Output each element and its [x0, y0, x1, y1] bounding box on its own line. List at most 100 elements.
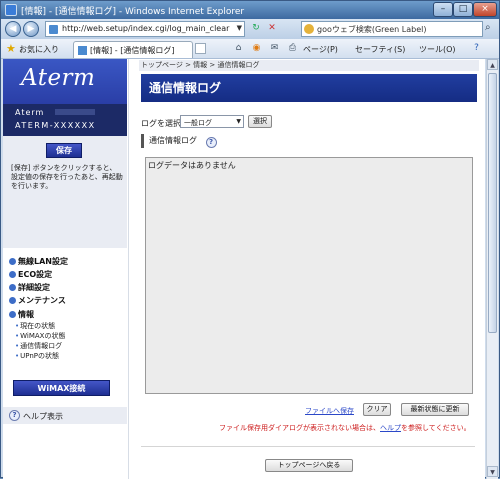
nav-wireless-lan[interactable]: 無線LAN設定	[9, 256, 68, 267]
title-bar: [情報] - [通信情報ログ] - Windows Internet Explo…	[1, 1, 499, 19]
sub-bullet-icon: •	[15, 352, 20, 360]
minimize-button[interactable]: –	[433, 2, 453, 17]
scroll-up-icon[interactable]: ▲	[487, 59, 498, 70]
scroll-down-icon[interactable]: ▼	[487, 466, 498, 477]
refresh-icon[interactable]: ↻	[249, 22, 263, 36]
log-textarea[interactable]: ログデータはありません	[145, 157, 473, 394]
select-button[interactable]: 選択	[248, 115, 272, 128]
log-text: ログデータはありません	[148, 161, 236, 170]
help-icon[interactable]: ?	[205, 137, 217, 148]
bullet-icon	[9, 284, 16, 291]
main-panel: トップページ > 情報 > 通信情報ログ 通信情報ログ ログを選択 一般ログ ▼…	[139, 59, 485, 479]
nav-maintenance[interactable]: メンテナンス	[9, 295, 66, 306]
select-value: 一般ログ	[184, 119, 212, 127]
subnav-label: WiMAXの状態	[20, 332, 66, 340]
clear-button[interactable]: クリア	[363, 403, 391, 416]
bullet-icon	[9, 311, 16, 318]
search-provider-icon	[304, 24, 314, 34]
sub-bullet-icon: •	[15, 332, 20, 340]
help-link[interactable]: ヘルプ	[380, 424, 401, 432]
search-icon[interactable]: ⌕	[485, 22, 491, 33]
safety-menu[interactable]: セーフティ(S)	[355, 44, 405, 55]
section-title-text: 通信情報ログ	[149, 136, 197, 145]
subnav-current-status[interactable]: •現在の状態	[15, 321, 55, 331]
nav-label: 情報	[18, 310, 34, 319]
address-url: http://web.setup/index.cgi/log_main_clea…	[62, 24, 230, 33]
forward-icon[interactable]: ▶	[23, 21, 39, 37]
brand-logo: Aterm	[3, 59, 127, 104]
tab-label: [情報] - [通信情報ログ]	[90, 46, 175, 55]
bullet-icon	[9, 258, 16, 265]
favorites-button[interactable]: お気に入り	[19, 44, 59, 55]
help-icon[interactable]: ?	[471, 43, 482, 54]
feed-icon[interactable]: ◉	[251, 43, 262, 54]
refresh-button[interactable]: 最新状態に更新	[401, 403, 469, 416]
star-icon: ★	[6, 42, 16, 55]
sidebar: Aterm Aterm ATERM-XXXXXX 保存 [保存] ボタンをクリッ…	[3, 59, 129, 479]
maximize-button[interactable]: □	[453, 2, 473, 17]
scroll-thumb[interactable]	[488, 73, 497, 333]
stop-icon[interactable]: ✕	[265, 22, 279, 36]
bullet-icon	[9, 271, 16, 278]
save-to-file-link[interactable]: ファイルへ保存	[305, 406, 354, 416]
favorites-bar: ★ お気に入り [情報] - [通信情報ログ] ⌂ ◉ ✉ ⎙ ページ(P) セ…	[1, 39, 499, 59]
page-content: Aterm Aterm ATERM-XXXXXX 保存 [保存] ボタンをクリッ…	[3, 59, 485, 479]
home-icon[interactable]: ⌂	[233, 43, 244, 54]
nav-label: ECO設定	[18, 270, 53, 279]
page-title: 通信情報ログ	[141, 74, 477, 102]
help-display[interactable]: ? ヘルプ表示	[3, 407, 127, 424]
tab-page-icon	[78, 46, 87, 55]
help-label: ヘルプ表示	[23, 412, 63, 421]
bullet-icon	[9, 297, 16, 304]
nav-eco[interactable]: ECO設定	[9, 269, 52, 280]
warning-text: ファイル保存用ダイアログが表示されない場合は、ヘルプを参照してください。	[219, 423, 471, 433]
print-icon[interactable]: ⎙	[287, 43, 298, 54]
address-bar[interactable]: http://web.setup/index.cgi/log_main_clea…	[45, 21, 245, 37]
new-tab-icon[interactable]	[195, 43, 206, 54]
model-name: Aterm	[15, 108, 45, 117]
model-id: ATERM-XXXXXX	[15, 121, 96, 130]
log-type-select[interactable]: 一般ログ ▼	[180, 115, 244, 128]
address-row: ◀ ▶ http://web.setup/index.cgi/log_main_…	[1, 19, 499, 39]
wimax-connect-button[interactable]: WiMAX接続	[13, 380, 110, 396]
back-icon[interactable]: ◀	[5, 21, 21, 37]
browser-window: [情報] - [通信情報ログ] - Windows Internet Explo…	[0, 0, 500, 479]
page-menu[interactable]: ページ(P)	[303, 44, 338, 55]
sub-bullet-icon: •	[15, 342, 20, 350]
nav-info[interactable]: 情報	[9, 309, 34, 320]
subnav-label: 通信情報ログ	[20, 342, 63, 350]
section-title: 通信情報ログ ?	[141, 134, 217, 148]
nav-label: 詳細設定	[18, 283, 50, 292]
subnav-upnp-status[interactable]: •UPnPの状態	[15, 351, 59, 361]
back-to-top-button[interactable]: トップページへ戻る	[265, 459, 353, 472]
vertical-scrollbar[interactable]: ▲ ▼	[486, 59, 498, 479]
page-icon	[49, 25, 58, 34]
search-placeholder: gooウェブ検索(Green Label)	[317, 25, 427, 34]
save-button[interactable]: 保存	[46, 143, 82, 158]
subnav-wimax-status[interactable]: •WiMAXの状態	[15, 331, 65, 341]
chevron-down-icon[interactable]: ▼	[237, 24, 242, 32]
tools-menu[interactable]: ツール(O)	[419, 44, 456, 55]
help-icon: ?	[9, 410, 20, 421]
divider	[141, 446, 475, 447]
chevron-down-icon: ▼	[236, 118, 241, 125]
save-note: [保存] ボタンをクリックすると、設定値の保存を行ったあと、再起動を行います。	[11, 164, 123, 190]
window-title: [情報] - [通信情報ログ] - Windows Internet Explo…	[21, 7, 245, 17]
ie-icon	[5, 4, 17, 16]
save-panel: 保存 [保存] ボタンをクリックすると、設定値の保存を行ったあと、再起動を行いま…	[3, 136, 127, 248]
nav-advanced[interactable]: 詳細設定	[9, 282, 50, 293]
brand-wordmark: Aterm	[21, 65, 96, 91]
subnav-label: 現在の状態	[20, 322, 56, 330]
redacted-text	[55, 109, 95, 115]
close-button[interactable]: ×	[473, 2, 497, 17]
select-label: ログを選択	[141, 119, 181, 128]
subnav-comm-log[interactable]: •通信情報ログ	[15, 341, 62, 351]
search-input[interactable]: gooウェブ検索(Green Label)	[301, 21, 483, 37]
warning-prefix: ファイル保存用ダイアログが表示されない場合は、	[219, 424, 380, 432]
sub-bullet-icon: •	[15, 322, 20, 330]
breadcrumb: トップページ > 情報 > 通信情報ログ	[139, 60, 479, 71]
model-panel: Aterm ATERM-XXXXXX	[3, 104, 127, 136]
warning-suffix: を参照してください。	[401, 424, 471, 432]
browser-tab[interactable]: [情報] - [通信情報ログ]	[73, 41, 193, 58]
mail-icon[interactable]: ✉	[269, 43, 280, 54]
